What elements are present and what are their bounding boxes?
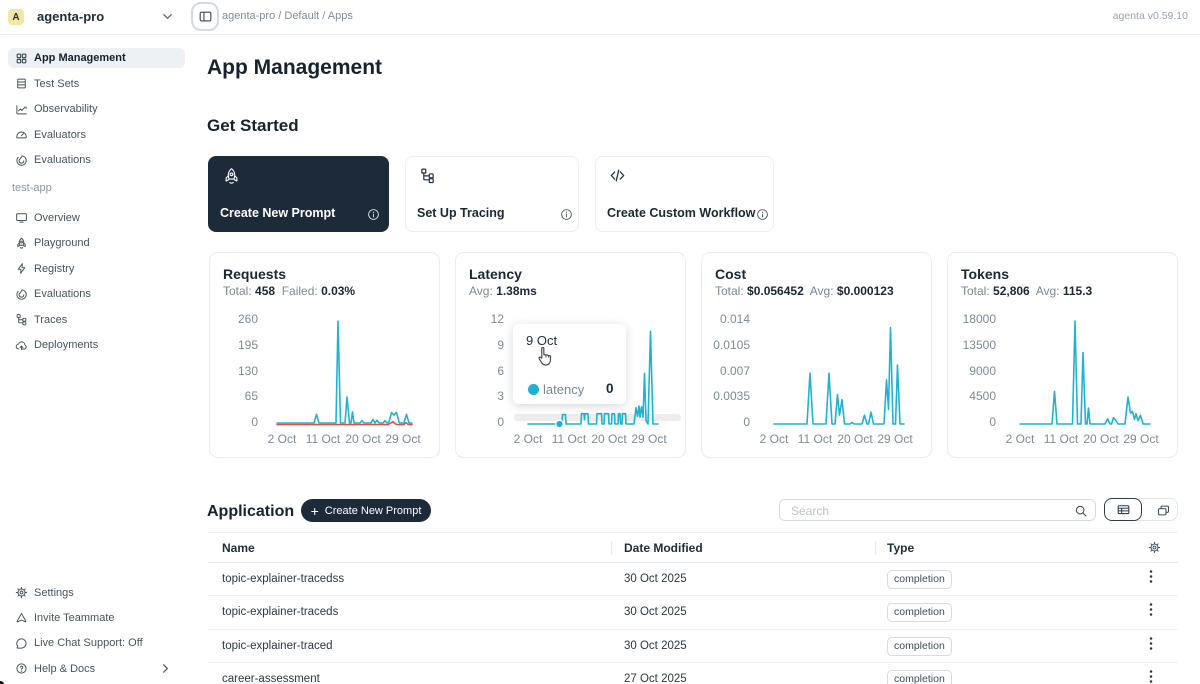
svg-text:20 Oct: 20 Oct bbox=[1083, 432, 1119, 446]
svg-text:0: 0 bbox=[989, 415, 996, 429]
svg-text:260: 260 bbox=[238, 312, 258, 326]
svg-text:0.0035: 0.0035 bbox=[713, 389, 750, 403]
svg-text:9000: 9000 bbox=[969, 364, 996, 378]
svg-text:20 Oct: 20 Oct bbox=[837, 432, 873, 446]
svg-text:2 Oct: 2 Oct bbox=[760, 432, 789, 446]
svg-text:20 Oct: 20 Oct bbox=[591, 432, 627, 446]
svg-text:29 Oct: 29 Oct bbox=[385, 432, 421, 446]
svg-text:0: 0 bbox=[743, 415, 750, 429]
svg-text:2 Oct: 2 Oct bbox=[268, 432, 297, 446]
svg-text:13500: 13500 bbox=[963, 338, 997, 352]
svg-text:11 Oct: 11 Oct bbox=[306, 432, 341, 446]
svg-text:11 Oct: 11 Oct bbox=[798, 432, 833, 446]
svg-text:0: 0 bbox=[497, 415, 504, 429]
svg-text:29 Oct: 29 Oct bbox=[631, 432, 667, 446]
svg-text:29 Oct: 29 Oct bbox=[1123, 432, 1159, 446]
svg-text:2 Oct: 2 Oct bbox=[514, 432, 543, 446]
svg-text:18000: 18000 bbox=[963, 312, 997, 326]
svg-text:130: 130 bbox=[238, 364, 258, 378]
svg-text:11 Oct: 11 Oct bbox=[1044, 432, 1079, 446]
svg-text:29 Oct: 29 Oct bbox=[877, 432, 913, 446]
svg-text:4500: 4500 bbox=[969, 389, 996, 403]
svg-text:0.0105: 0.0105 bbox=[713, 338, 750, 352]
svg-text:0.014: 0.014 bbox=[720, 312, 750, 326]
svg-text:65: 65 bbox=[245, 389, 259, 403]
svg-text:195: 195 bbox=[238, 338, 258, 352]
svg-text:12: 12 bbox=[491, 312, 505, 326]
svg-text:3: 3 bbox=[497, 389, 504, 403]
svg-text:6: 6 bbox=[497, 364, 504, 378]
svg-text:0.007: 0.007 bbox=[720, 364, 750, 378]
svg-text:11 Oct: 11 Oct bbox=[552, 432, 587, 446]
svg-text:2 Oct: 2 Oct bbox=[1006, 432, 1035, 446]
svg-text:9: 9 bbox=[497, 338, 504, 352]
svg-text:0: 0 bbox=[251, 415, 258, 429]
svg-text:20 Oct: 20 Oct bbox=[345, 432, 381, 446]
